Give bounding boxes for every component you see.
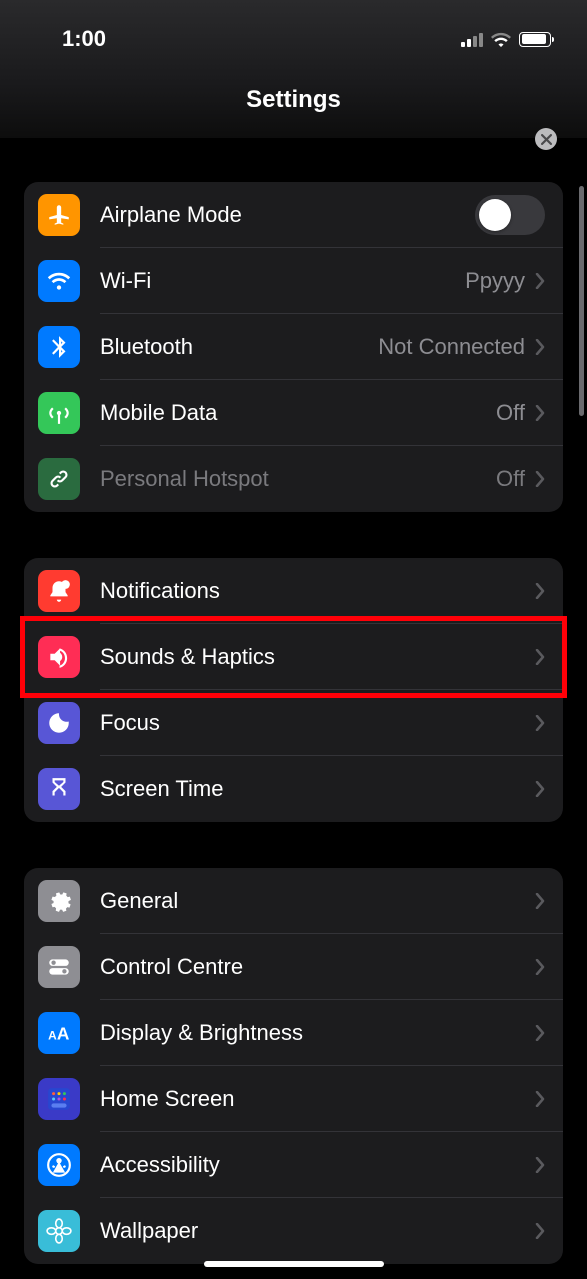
wifi-status-icon bbox=[491, 32, 511, 47]
toggle-airplane[interactable] bbox=[475, 195, 545, 235]
svg-text:A: A bbox=[48, 1029, 57, 1043]
row-label: Wallpaper bbox=[100, 1218, 535, 1244]
settings-row-accessibility[interactable]: Accessibility bbox=[24, 1132, 563, 1198]
aa-icon: AA bbox=[38, 1012, 80, 1054]
chevron-right-icon bbox=[535, 1091, 545, 1107]
row-label: Accessibility bbox=[100, 1152, 535, 1178]
settings-row-hotspot[interactable]: Personal HotspotOff bbox=[24, 446, 563, 512]
row-label: Screen Time bbox=[100, 776, 535, 802]
bluetooth-icon bbox=[38, 326, 80, 368]
row-value: Off bbox=[496, 400, 525, 426]
switches-icon bbox=[38, 946, 80, 988]
close-icon bbox=[541, 134, 552, 145]
hourglass-icon bbox=[38, 768, 80, 810]
settings-row-wifi[interactable]: Wi-FiPpyyy bbox=[24, 248, 563, 314]
chevron-right-icon bbox=[535, 959, 545, 975]
speaker-icon bbox=[38, 636, 80, 678]
status-time: 1:00 bbox=[62, 26, 106, 52]
row-label: Sounds & Haptics bbox=[100, 644, 535, 670]
svg-text:A: A bbox=[57, 1024, 70, 1044]
row-value: Off bbox=[496, 466, 525, 492]
chevron-right-icon bbox=[535, 715, 545, 731]
settings-group: General Control Centre AA Display & Brightn… bbox=[24, 868, 563, 1264]
row-label: Notifications bbox=[100, 578, 535, 604]
row-label: Control Centre bbox=[100, 954, 535, 980]
settings-row-wallpaper[interactable]: Wallpaper bbox=[24, 1198, 563, 1264]
battery-icon bbox=[519, 32, 551, 47]
settings-row-focus[interactable]: Focus bbox=[24, 690, 563, 756]
chevron-right-icon bbox=[535, 781, 545, 797]
home-indicator[interactable] bbox=[204, 1261, 384, 1267]
chevron-right-icon bbox=[535, 893, 545, 909]
settings-row-mobiledata[interactable]: Mobile DataOff bbox=[24, 380, 563, 446]
settings-row-general[interactable]: General bbox=[24, 868, 563, 934]
settings-row-screentime[interactable]: Screen Time bbox=[24, 756, 563, 822]
settings-row-bluetooth[interactable]: BluetoothNot Connected bbox=[24, 314, 563, 380]
chevron-right-icon bbox=[535, 1157, 545, 1173]
settings-row-sounds[interactable]: Sounds & Haptics bbox=[24, 624, 563, 690]
antenna-icon bbox=[38, 392, 80, 434]
row-label: Personal Hotspot bbox=[100, 466, 496, 492]
settings-group: Airplane ModeWi-FiPpyyyBluetoothNot Conn… bbox=[24, 182, 563, 512]
moon-icon bbox=[38, 702, 80, 744]
chevron-right-icon bbox=[535, 405, 545, 421]
row-label: General bbox=[100, 888, 535, 914]
airplane-icon bbox=[38, 194, 80, 236]
chevron-right-icon bbox=[535, 1223, 545, 1239]
row-label: Bluetooth bbox=[100, 334, 378, 360]
settings-group: Notifications Sounds & Haptics Focus Screen… bbox=[24, 558, 563, 822]
row-label: Airplane Mode bbox=[100, 202, 475, 228]
chevron-right-icon bbox=[535, 1025, 545, 1041]
chevron-right-icon bbox=[535, 583, 545, 599]
settings-row-airplane[interactable]: Airplane Mode bbox=[24, 182, 563, 248]
row-label: Mobile Data bbox=[100, 400, 496, 426]
person-icon bbox=[38, 1144, 80, 1186]
chevron-right-icon bbox=[535, 471, 545, 487]
gear-icon bbox=[38, 880, 80, 922]
scroll-indicator bbox=[579, 186, 584, 416]
grid-icon bbox=[38, 1078, 80, 1120]
settings-row-homescreen[interactable]: Home Screen bbox=[24, 1066, 563, 1132]
row-label: Display & Brightness bbox=[100, 1020, 535, 1046]
status-indicators bbox=[461, 32, 551, 47]
close-button[interactable] bbox=[535, 128, 557, 150]
row-label: Home Screen bbox=[100, 1086, 535, 1112]
chevron-right-icon bbox=[535, 649, 545, 665]
settings-row-controlcentre[interactable]: Control Centre bbox=[24, 934, 563, 1000]
row-label: Focus bbox=[100, 710, 535, 736]
row-value: Not Connected bbox=[378, 334, 525, 360]
chevron-right-icon bbox=[535, 339, 545, 355]
cellular-icon bbox=[461, 32, 483, 47]
settings-row-display[interactable]: AA Display & Brightness bbox=[24, 1000, 563, 1066]
bell-icon bbox=[38, 570, 80, 612]
flower-icon bbox=[38, 1210, 80, 1252]
settings-row-notifications[interactable]: Notifications bbox=[24, 558, 563, 624]
row-value: Ppyyy bbox=[465, 268, 525, 294]
row-label: Wi-Fi bbox=[100, 268, 465, 294]
link-icon bbox=[38, 458, 80, 500]
chevron-right-icon bbox=[535, 273, 545, 289]
page-title: Settings bbox=[0, 86, 587, 114]
status-bar: 1:00 bbox=[0, 24, 587, 54]
wifi-icon bbox=[38, 260, 80, 302]
